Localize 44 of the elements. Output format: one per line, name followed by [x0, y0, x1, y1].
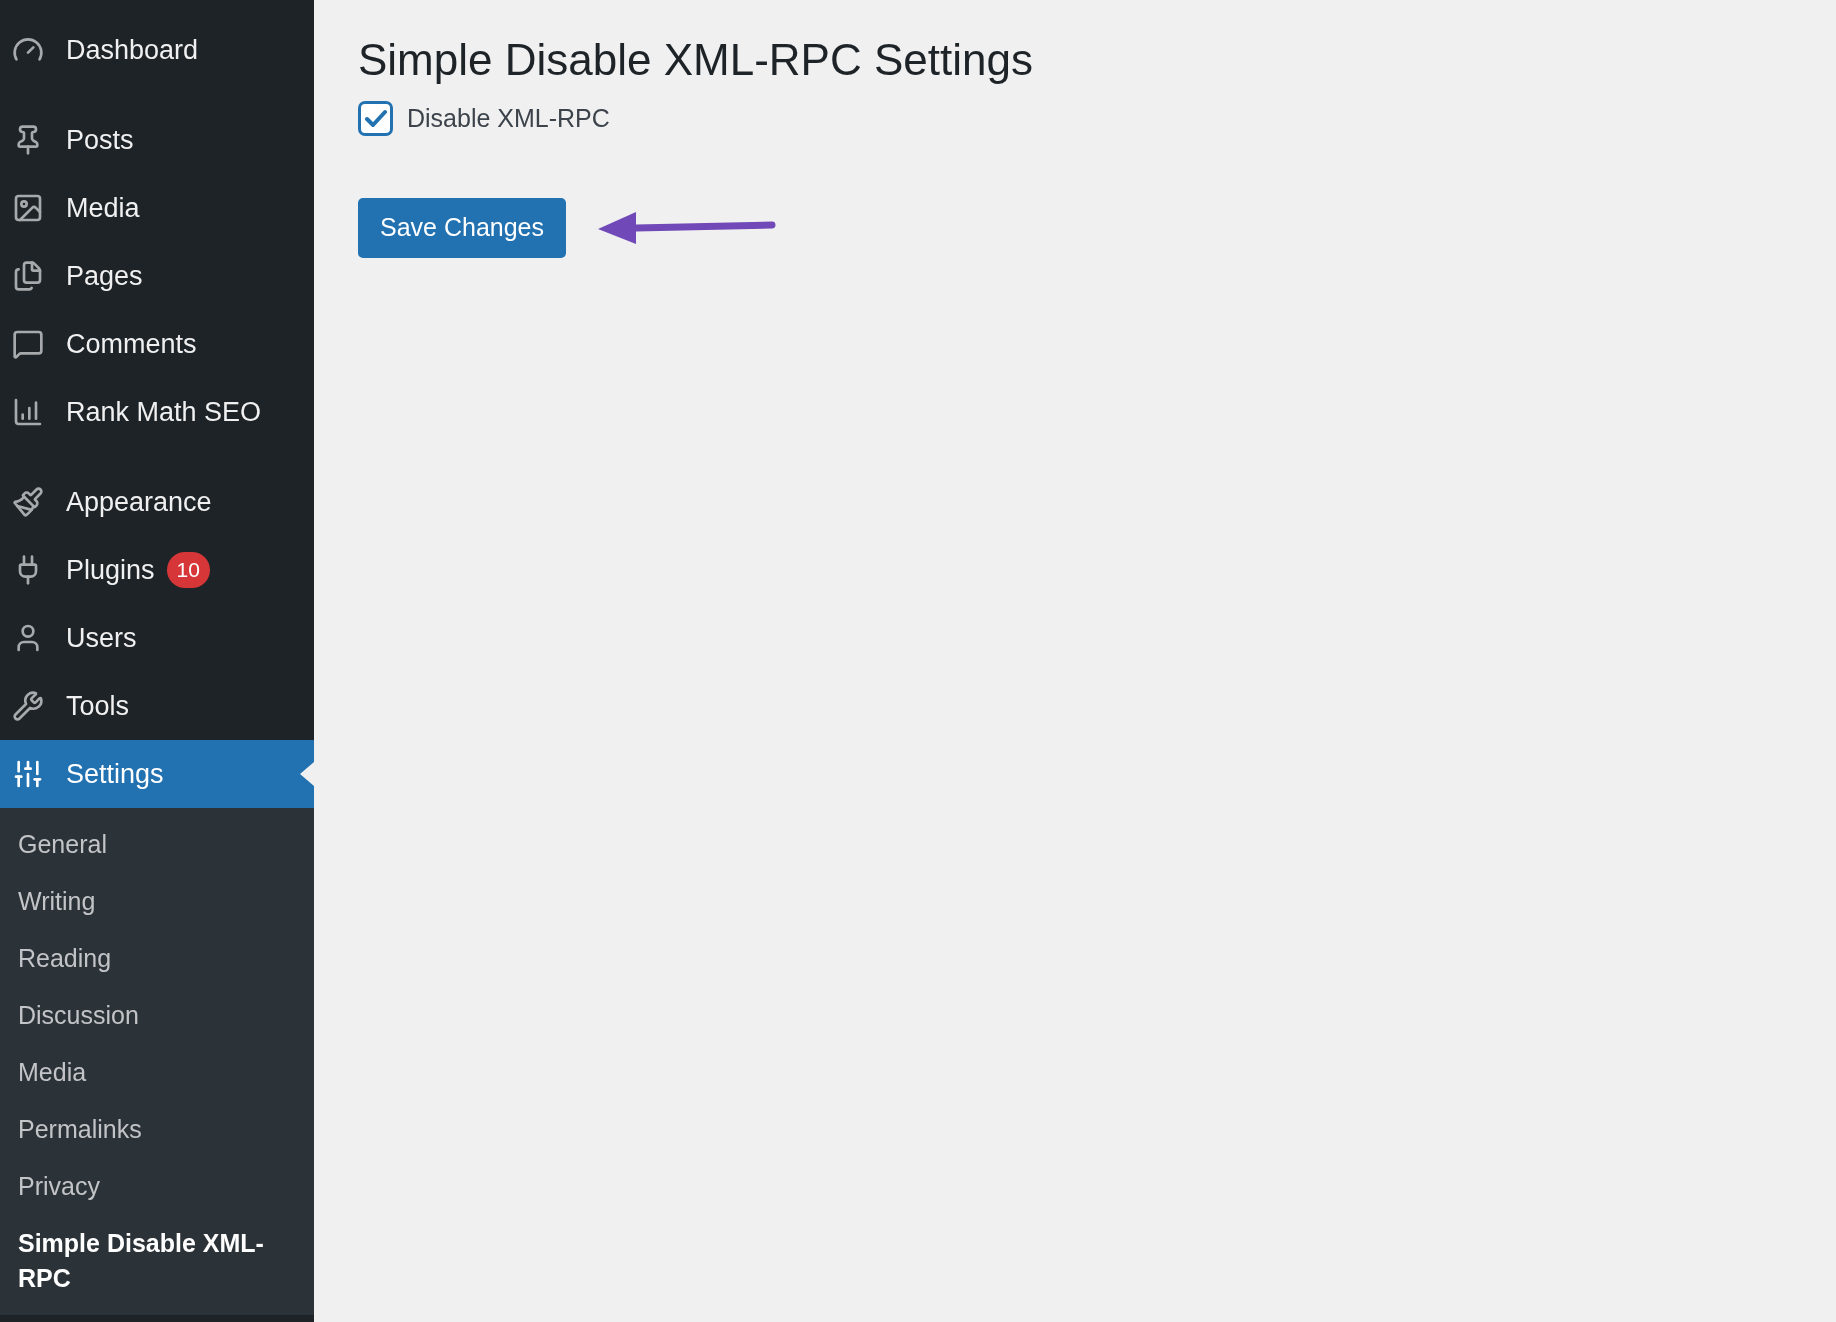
menu-item[interactable]: Dashboard	[0, 16, 314, 84]
save-button[interactable]: Save Changes	[358, 197, 566, 258]
speech-bubble-icon	[12, 328, 44, 360]
menu-item[interactable]: Plugins 10	[0, 536, 314, 604]
paintbrush-icon	[12, 486, 44, 518]
page-title: Simple Disable XML-RPC Settings	[358, 34, 1033, 86]
menu-label: Dashboard	[66, 33, 199, 67]
menu-label: Rank Math SEO	[66, 395, 262, 429]
checkbox[interactable]	[358, 101, 393, 137]
menu-item[interactable]: Pages	[0, 242, 314, 310]
submenu-item[interactable]: Privacy	[0, 1158, 314, 1215]
menu-label: Media	[66, 191, 140, 225]
menu-label: Pages	[66, 259, 143, 293]
submenu-item[interactable]: Discussion	[0, 987, 314, 1044]
menu-label: Settings	[66, 757, 164, 791]
pages-icon	[12, 260, 44, 292]
menu-label: Posts	[66, 123, 134, 157]
menu-item[interactable]: Settings	[0, 740, 314, 808]
menu-item[interactable]: Comments	[0, 310, 314, 378]
wrench-icon	[12, 690, 44, 722]
submenu-item[interactable]: Permalinks	[0, 1101, 314, 1158]
menu-item[interactable]: Rank Math SEO	[0, 378, 314, 446]
menu-item[interactable]: Appearance	[0, 468, 314, 536]
checkmark-icon	[364, 108, 387, 129]
menu-label: Tools	[66, 689, 130, 723]
menu-label: Users	[66, 621, 137, 655]
count-badge: 10	[166, 552, 210, 588]
checkbox-label: Disable XML-RPC	[407, 103, 610, 134]
menu-item[interactable]: Tools	[0, 672, 314, 740]
submenu-item[interactable]: Writing	[0, 873, 314, 930]
menu-item[interactable]: Posts	[0, 106, 314, 174]
submenu-item[interactable]: General	[0, 816, 314, 873]
sliders-icon	[12, 758, 44, 790]
submenu-item[interactable]: Media	[0, 1044, 314, 1101]
submenu-item[interactable]: Simple Disable XML-RPC	[0, 1215, 314, 1307]
menu-item[interactable]: Users	[0, 604, 314, 672]
menu-item[interactable]: Media	[0, 174, 314, 242]
image-icon	[12, 192, 44, 224]
menu-label: Comments	[66, 327, 197, 361]
submenu-item[interactable]: Reading	[0, 930, 314, 987]
menu-label: Appearance	[66, 485, 212, 519]
menu-label: Plugins	[66, 553, 155, 587]
current-pointer-icon	[300, 762, 314, 786]
bar-chart-icon	[12, 396, 44, 428]
